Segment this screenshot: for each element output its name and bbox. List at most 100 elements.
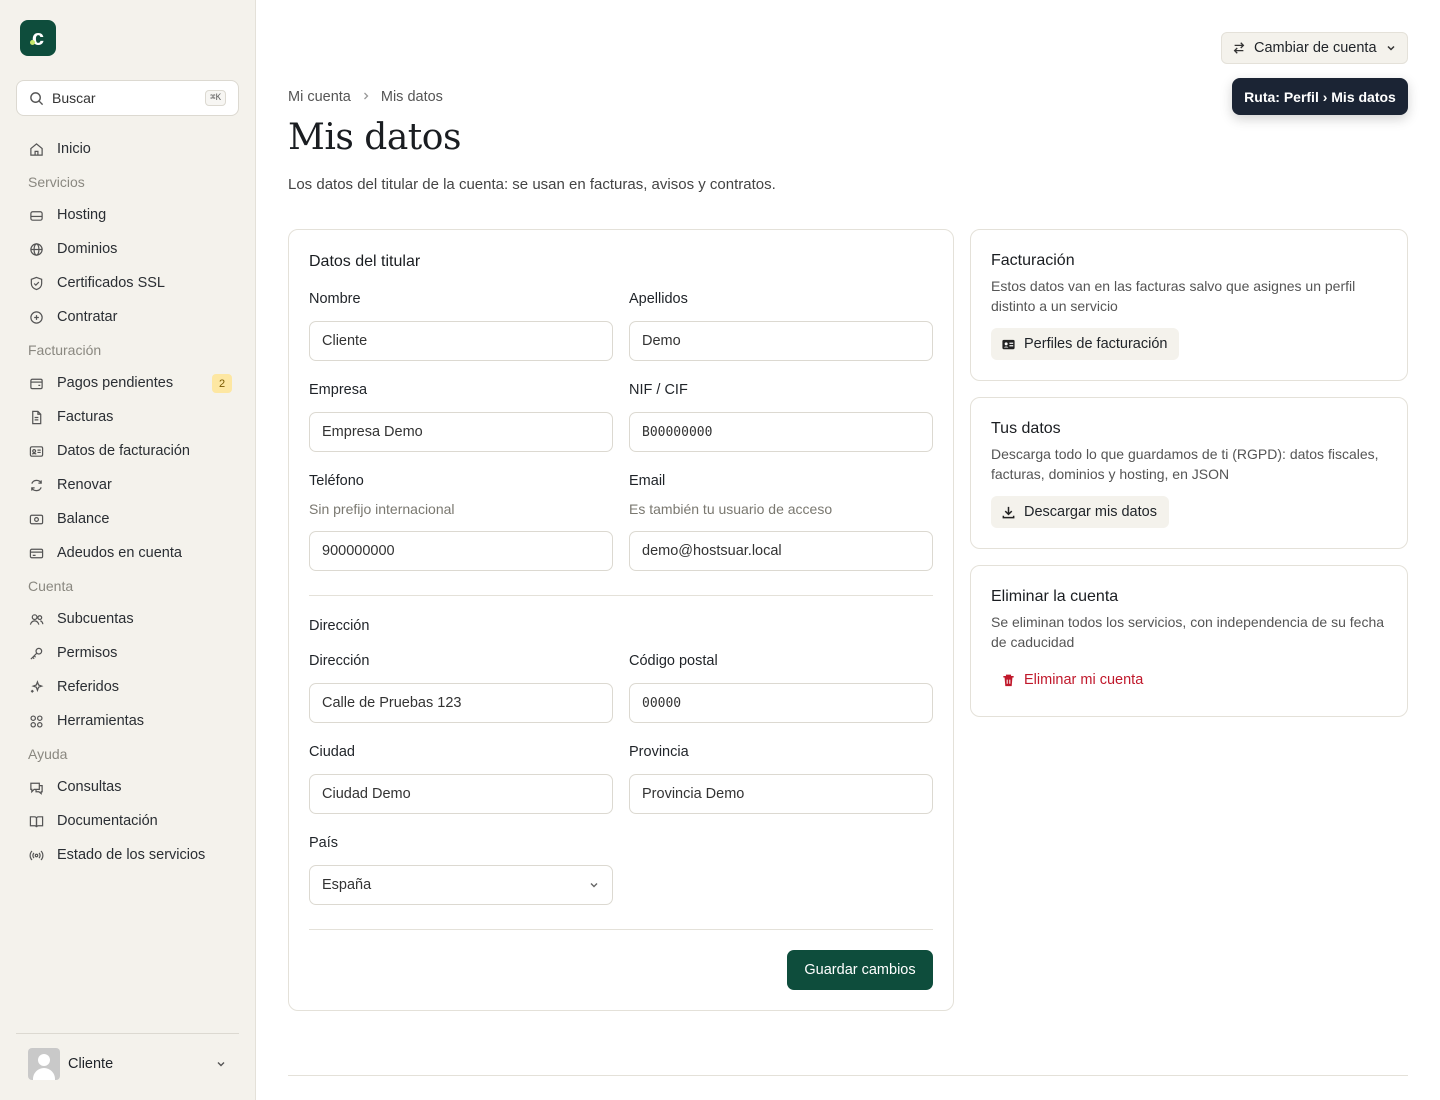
- sidebar-item-dominios[interactable]: Dominios: [16, 232, 240, 266]
- page-subtitle: Los datos del titular de la cuenta: se u…: [288, 176, 776, 193]
- telefono-input[interactable]: 900000000: [309, 531, 613, 571]
- nombre-input[interactable]: Cliente: [309, 321, 613, 361]
- wallet-icon: [28, 375, 44, 391]
- provincia-label: Provincia: [629, 744, 689, 760]
- direccion-input[interactable]: Calle de Pruebas 123: [309, 683, 613, 723]
- apellidos-label: Apellidos: [629, 291, 688, 307]
- save-button[interactable]: Guardar cambios: [787, 950, 933, 990]
- sidebar-item-label: Balance: [57, 511, 110, 527]
- holder-data-card: Datos del titular Nombre Cliente Apellid…: [288, 229, 954, 1011]
- address-section-title: Dirección: [309, 618, 370, 634]
- sidebar-item-inicio[interactable]: Inicio: [16, 132, 240, 166]
- pais-label: País: [309, 835, 339, 851]
- footer-divider-line: [288, 1075, 1408, 1076]
- page-title: Mis datos: [288, 117, 461, 158]
- footer-divider: [309, 929, 933, 930]
- sidebar-section-ayuda: Ayuda: [28, 746, 68, 762]
- my-data-card-title: Tus datos: [991, 420, 1061, 437]
- refresh-icon: [28, 477, 44, 493]
- sidebar-item-herramientas[interactable]: Herramientas: [16, 704, 240, 738]
- nif-input[interactable]: B00000000: [629, 412, 933, 452]
- sidebar: c Buscar ⌘K Inicio Servicios Hosting Dom…: [0, 0, 256, 1100]
- nombre-label: Nombre: [309, 291, 361, 307]
- pais-selected-value: España: [322, 877, 372, 893]
- sidebar-item-label: Referidos: [57, 679, 120, 695]
- swap-arrows-icon: [1233, 42, 1245, 54]
- cp-input[interactable]: 00000: [629, 683, 933, 723]
- sidebar-item-label: Pagos pendientes: [57, 375, 174, 391]
- banknote-icon: [28, 511, 44, 527]
- delete-account-button[interactable]: Eliminar mi cuenta: [991, 664, 1153, 696]
- empresa-input[interactable]: Empresa Demo: [309, 412, 613, 452]
- avatar-head: [38, 1053, 50, 1066]
- sidebar-item-label: Facturas: [57, 409, 114, 425]
- sidebar-item-contratar[interactable]: Contratar: [16, 300, 240, 334]
- switch-account-label: Cambiar de cuenta: [1254, 40, 1377, 56]
- globe-icon: [28, 241, 44, 257]
- telefono-label: Teléfono: [309, 473, 364, 489]
- broadcast-icon: [28, 847, 44, 863]
- delete-account-label: Eliminar mi cuenta: [1024, 672, 1144, 688]
- billing-card: Facturación Estos datos van en las factu…: [970, 229, 1408, 381]
- sidebar-section-facturacion: Facturación: [28, 342, 102, 358]
- email-input[interactable]: demo@hostsuar.local: [629, 531, 933, 571]
- sidebar-item-label: Hosting: [57, 207, 107, 223]
- logo-dot: [30, 40, 35, 45]
- pais-select[interactable]: España: [309, 865, 613, 905]
- empresa-label: Empresa: [309, 382, 368, 398]
- sidebar-item-estado[interactable]: Estado de los servicios: [16, 838, 240, 872]
- key-icon: [28, 645, 44, 661]
- billing-card-title: Facturación: [991, 252, 1075, 269]
- nif-label: NIF / CIF: [629, 382, 688, 398]
- sidebar-item-renovar[interactable]: Renovar: [16, 468, 240, 502]
- download-icon: [1002, 506, 1015, 518]
- sidebar-item-label: Consultas: [57, 779, 122, 795]
- user-menu[interactable]: Cliente: [16, 1033, 239, 1093]
- chevron-down-icon: [1386, 45, 1395, 51]
- sidebar-nav: Inicio Servicios Hosting Dominios Certif…: [16, 132, 240, 872]
- sidebar-section-cuenta: Cuenta: [28, 578, 74, 594]
- email-hint: Es también tu usuario de acceso: [629, 501, 833, 517]
- telefono-hint: Sin prefijo internacional: [309, 501, 455, 517]
- sidebar-item-hosting[interactable]: Hosting: [16, 198, 240, 232]
- brand-logo[interactable]: c: [20, 20, 56, 56]
- sidebar-item-permisos[interactable]: Permisos: [16, 636, 240, 670]
- sidebar-item-facturas[interactable]: Facturas: [16, 400, 240, 434]
- chevron-down-icon: [217, 1061, 225, 1066]
- billing-profiles-button[interactable]: Perfiles de facturación: [991, 328, 1180, 360]
- sidebar-item-adeudos[interactable]: Adeudos en cuenta: [16, 536, 240, 570]
- ciudad-label: Ciudad: [309, 744, 355, 760]
- apellidos-input[interactable]: Demo: [629, 321, 933, 361]
- credit-card-icon: [28, 545, 44, 561]
- provincia-input[interactable]: Provincia Demo: [629, 774, 933, 814]
- breadcrumb-parent[interactable]: Mi cuenta: [288, 89, 351, 105]
- search-input[interactable]: Buscar ⌘K: [16, 80, 239, 116]
- sidebar-item-referidos[interactable]: Referidos: [16, 670, 240, 704]
- sidebar-item-label: Herramientas: [57, 713, 145, 729]
- avatar: [28, 1047, 60, 1080]
- route-tooltip: Ruta: Perfil › Mis datos: [1232, 78, 1408, 115]
- sidebar-item-documentacion[interactable]: Documentación: [16, 804, 240, 838]
- ciudad-input[interactable]: Ciudad Demo: [309, 774, 613, 814]
- shield-check-icon: [28, 275, 44, 291]
- sidebar-item-balance[interactable]: Balance: [16, 502, 240, 536]
- search-shortcut: ⌘K: [205, 90, 226, 106]
- delete-account-card: Eliminar la cuenta Se eliminan todos los…: [970, 565, 1408, 717]
- grid-tools-icon: [28, 713, 44, 729]
- delete-card-text: Se eliminan todos los servicios, con ind…: [991, 614, 1385, 650]
- sidebar-item-label: Contratar: [57, 309, 118, 325]
- cp-label: Código postal: [629, 653, 718, 669]
- delete-card-title: Eliminar la cuenta: [991, 588, 1119, 605]
- sidebar-item-pagos-pendientes[interactable]: Pagos pendientes 2: [16, 366, 240, 400]
- switch-account-button[interactable]: Cambiar de cuenta: [1221, 32, 1408, 64]
- sidebar-item-ssl[interactable]: Certificados SSL: [16, 266, 240, 300]
- sidebar-item-label: Datos de facturación: [57, 443, 190, 459]
- sidebar-item-consultas[interactable]: Consultas: [16, 770, 240, 804]
- search-icon: [30, 91, 44, 105]
- sidebar-item-subcuentas[interactable]: Subcuentas: [16, 602, 240, 636]
- avatar-body: [33, 1067, 55, 1080]
- sidebar-item-datos-facturacion[interactable]: Datos de facturación: [16, 434, 240, 468]
- chevron-right-icon: [361, 89, 371, 105]
- sidebar-item-label: Dominios: [57, 241, 118, 257]
- download-data-button[interactable]: Descargar mis datos: [991, 496, 1169, 528]
